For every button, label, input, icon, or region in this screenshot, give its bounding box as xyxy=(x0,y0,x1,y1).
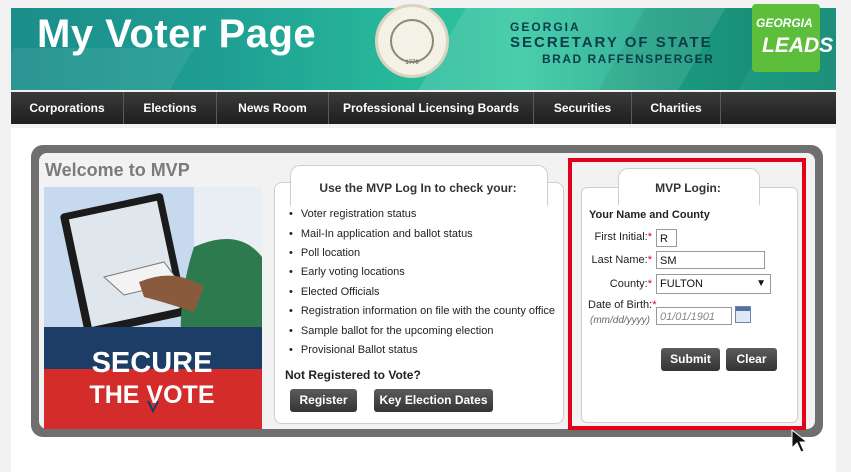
dob-format-hint: (mm/dd/yyyy) xyxy=(590,315,650,326)
nav-item-charities[interactable]: Charities xyxy=(632,92,721,124)
list-item: Poll location xyxy=(289,247,360,259)
list-item: Elected Officials xyxy=(289,286,380,298)
site-title[interactable]: My Voter Page xyxy=(37,12,316,57)
photo-text-line1: SECURE xyxy=(92,347,213,379)
dob-label: Date of Birth:* xyxy=(588,299,657,311)
main-nav: Corporations Elections News Room Profess… xyxy=(11,92,836,124)
mvp-features-heading: Use the MVP Log In to check your: xyxy=(319,181,517,195)
county-label: County:* xyxy=(609,278,652,290)
seal-year: 1776 xyxy=(405,60,419,66)
list-item: Provisional Ballot status xyxy=(289,344,418,356)
list-item: Voter registration status xyxy=(289,208,417,220)
nav-item-elections[interactable]: Elections xyxy=(124,92,217,124)
mouse-cursor-icon xyxy=(791,428,809,453)
not-registered-heading: Not Registered to Vote? xyxy=(285,368,421,382)
georgia-leads-logo-text: GEORGIA xyxy=(756,16,813,30)
georgia-leads-logo-text: LEADS xyxy=(762,34,834,57)
page-title: Welcome to MVP xyxy=(45,160,190,180)
clear-button[interactable]: Clear xyxy=(726,348,777,371)
last-name-label: Last Name:* xyxy=(591,254,652,266)
dob-field[interactable]: 01/01/1901 xyxy=(656,307,732,325)
list-item: Mail-In application and ballot status xyxy=(289,228,473,240)
secure-the-vote-image: SECURE THE VOTE xyxy=(44,187,262,429)
nav-item-corporations[interactable]: Corporations xyxy=(11,92,124,124)
first-initial-label: First Initial:* xyxy=(594,231,652,243)
list-item: Early voting locations xyxy=(289,266,405,278)
list-item: Sample ballot for the upcoming election xyxy=(289,325,494,337)
county-select[interactable]: FULTON ▼ xyxy=(656,274,771,294)
login-subheading: Your Name and County xyxy=(589,209,710,221)
nav-item-professional-licensing-boards[interactable]: Professional Licensing Boards xyxy=(329,92,534,124)
state-seal-icon: 1776 xyxy=(375,4,449,78)
chevron-down-icon: ▼ xyxy=(756,278,766,289)
official-name: BRAD RAFFENSPERGER xyxy=(542,52,715,66)
register-button[interactable]: Register xyxy=(290,389,357,412)
first-initial-field[interactable]: R xyxy=(656,229,677,247)
last-name-field[interactable]: SM xyxy=(656,251,765,269)
list-item: Registration information on file with th… xyxy=(289,305,555,317)
state-name: GEORGIA xyxy=(510,20,581,34)
photo-text-line2: THE VOTE xyxy=(89,381,214,409)
calendar-icon[interactable] xyxy=(735,306,751,323)
submit-button[interactable]: Submit xyxy=(661,348,720,371)
nav-item-securities[interactable]: Securities xyxy=(534,92,632,124)
nav-item-news-room[interactable]: News Room xyxy=(217,92,329,124)
office-name: SECRETARY OF STATE xyxy=(510,34,713,51)
key-election-dates-button[interactable]: Key Election Dates xyxy=(374,389,493,412)
login-highlight-outline xyxy=(568,158,806,430)
